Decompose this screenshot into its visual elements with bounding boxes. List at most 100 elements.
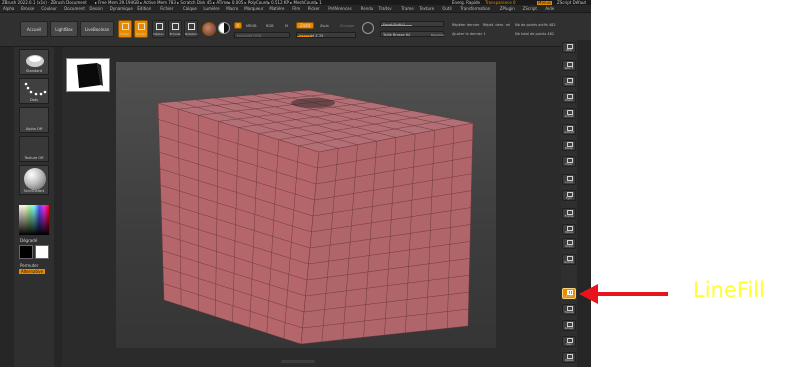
menu-item[interactable]: Film bbox=[292, 7, 300, 11]
wireframe-cube-mesh[interactable] bbox=[116, 62, 496, 348]
switch-color-button[interactable]: Permuter bbox=[20, 263, 38, 268]
material-sphere-icon[interactable] bbox=[202, 22, 216, 36]
aahalf-button[interactable]: AAHalf bbox=[562, 124, 576, 135]
focal-shift-slider[interactable]: Focal Shift 0 bbox=[380, 21, 444, 27]
menu-item[interactable]: Dynamique bbox=[110, 7, 133, 11]
frame-button[interactable]: Frame bbox=[562, 208, 576, 219]
rotate-button[interactable]: Rotate bbox=[562, 254, 576, 265]
bottom-scroll-handle[interactable] bbox=[281, 360, 315, 363]
lightbox-button[interactable]: LightBox bbox=[50, 21, 78, 37]
dynamic-toggle[interactable]: Dynamic bbox=[431, 33, 444, 37]
xpose-button[interactable]: Xpose bbox=[562, 352, 576, 363]
menu-item[interactable]: ZPlugin bbox=[500, 7, 515, 11]
active-points-readout: Nb de points actifs 482 bbox=[515, 23, 556, 27]
menu-item[interactable]: Trame bbox=[401, 7, 413, 11]
a-toggle[interactable]: A bbox=[234, 22, 242, 29]
zoom-label: Zoom bbox=[564, 98, 574, 102]
scroll-button[interactable]: Scroll bbox=[562, 76, 576, 87]
scale-label: Scale bbox=[565, 244, 573, 248]
bpr-button[interactable]: BPR bbox=[562, 42, 576, 53]
brush-selector[interactable]: Standard bbox=[19, 49, 49, 75]
menu-item[interactable]: Aide bbox=[545, 7, 554, 11]
menu-item[interactable]: Picker bbox=[308, 7, 320, 11]
total-points-readout: Nb total de points 482 bbox=[515, 32, 555, 36]
move-button[interactable]: Déplac. bbox=[152, 20, 166, 38]
rgb-intensity-slider[interactable]: Intensité RGB bbox=[234, 32, 290, 38]
actual-button[interactable]: Actual bbox=[562, 108, 576, 119]
menu-item[interactable]: Document bbox=[64, 7, 85, 11]
menu-item[interactable]: Édition bbox=[137, 7, 151, 11]
alpha-selector[interactable]: Alpha Off bbox=[19, 107, 49, 133]
adjust-last-slider[interactable]: Ajuster le dernier 1 bbox=[452, 32, 486, 36]
scale-button[interactable]: Scale bbox=[562, 238, 576, 249]
menu-item[interactable]: ZScript bbox=[523, 7, 537, 11]
alternate-button[interactable]: Alternative bbox=[19, 269, 45, 274]
menu-item[interactable]: Macro bbox=[226, 7, 238, 11]
stroke-selector[interactable]: Dots bbox=[19, 78, 49, 104]
menu-item[interactable]: Couleur bbox=[41, 7, 57, 11]
ghost-button[interactable]: Ghost bbox=[562, 320, 576, 331]
right-tray[interactable] bbox=[577, 40, 591, 367]
scale-button[interactable]: Échelle bbox=[168, 20, 182, 38]
menu-item[interactable]: Fichier bbox=[160, 7, 173, 11]
menu-item[interactable]: Calque bbox=[183, 7, 197, 11]
menu-item[interactable]: Traitsv bbox=[379, 7, 392, 11]
gradient-label: Dégradé bbox=[20, 238, 38, 243]
color-sphere-icon[interactable] bbox=[218, 22, 230, 34]
menu-item[interactable]: Alpha bbox=[3, 7, 14, 11]
home-button[interactable]: Accueil bbox=[20, 21, 48, 37]
texture-selector[interactable]: Texture Off bbox=[19, 136, 49, 162]
menu-item[interactable]: Texture bbox=[419, 7, 434, 11]
material-selector[interactable]: SkinShade4 bbox=[19, 165, 49, 195]
menu-item[interactable]: Préférences bbox=[328, 7, 352, 11]
floor-button[interactable]: Floor bbox=[562, 156, 576, 167]
mrgb-toggle[interactable]: MRGB bbox=[246, 24, 257, 28]
texture-label: Texture Off bbox=[24, 156, 44, 160]
tool-thumbnail[interactable] bbox=[66, 58, 110, 92]
menu-item[interactable]: Lumière bbox=[203, 7, 219, 11]
replay-last-rel-button[interactable]: Répét. dern. rel bbox=[483, 23, 510, 27]
z-intensity-slider[interactable]: Intensité Z 25 bbox=[296, 32, 356, 38]
left-tray[interactable] bbox=[0, 47, 14, 367]
color-picker[interactable] bbox=[19, 205, 49, 235]
spix-3-button[interactable]: Spix 3 bbox=[562, 60, 576, 71]
move-icon bbox=[156, 23, 163, 30]
menu-item[interactable]: Brosse bbox=[21, 7, 34, 11]
solo-button[interactable]: Solo bbox=[562, 336, 576, 347]
zcut-toggle[interactable]: Zcouper bbox=[340, 24, 355, 28]
solo-label: Solo bbox=[566, 342, 572, 346]
zadd-toggle[interactable]: Zadd bbox=[296, 22, 314, 29]
sym-label: Sym bbox=[565, 196, 573, 200]
rgb-toggle[interactable]: RGB bbox=[266, 24, 274, 28]
edit-label: Éditer bbox=[120, 32, 130, 36]
local-button[interactable]: Local bbox=[562, 174, 576, 185]
m-toggle[interactable]: M bbox=[285, 24, 288, 28]
menu-item[interactable]: Dessin bbox=[89, 7, 102, 11]
main-color-swatch[interactable] bbox=[35, 245, 49, 259]
zsub-toggle[interactable]: Zsub bbox=[320, 24, 329, 28]
draw-button[interactable]: Dessin bbox=[134, 20, 148, 38]
lazy-mouse-icon[interactable] bbox=[362, 22, 374, 34]
rotate-label: Rotation bbox=[185, 32, 198, 36]
menu-item[interactable]: Marqueur bbox=[244, 7, 263, 11]
edit-button[interactable]: Éditer bbox=[118, 20, 132, 38]
transp-button[interactable]: Transp bbox=[562, 304, 576, 315]
sym-button[interactable]: Sym bbox=[562, 190, 576, 201]
secondary-color-swatch[interactable] bbox=[19, 245, 33, 259]
menu-item[interactable]: Transformation bbox=[460, 7, 490, 11]
linefill-button[interactable]: LineFill bbox=[562, 288, 576, 299]
actual-label: Actual bbox=[564, 114, 574, 118]
menu-item[interactable]: Outil bbox=[442, 7, 451, 11]
replay-last-button[interactable]: Répéter dernier bbox=[452, 23, 479, 27]
livebool-button[interactable]: LiveBoolean bbox=[80, 21, 114, 37]
top-shelf: Accueil LightBox LiveBoolean Éditer Dess… bbox=[0, 13, 591, 47]
menu-item[interactable]: Matière bbox=[269, 7, 284, 11]
rotate-button[interactable]: Rotation bbox=[184, 20, 198, 38]
alpha-label: Alpha Off bbox=[25, 127, 43, 131]
zoom-button[interactable]: Zoom bbox=[562, 92, 576, 103]
move-button[interactable]: Move bbox=[562, 224, 576, 235]
canvas-viewport[interactable] bbox=[116, 62, 496, 348]
menu-item[interactable]: Rendu bbox=[361, 7, 374, 11]
draw-size-slider[interactable]: Taille Brosse 64 Dynamic bbox=[380, 31, 444, 37]
persp-button[interactable]: Persp bbox=[562, 140, 576, 151]
